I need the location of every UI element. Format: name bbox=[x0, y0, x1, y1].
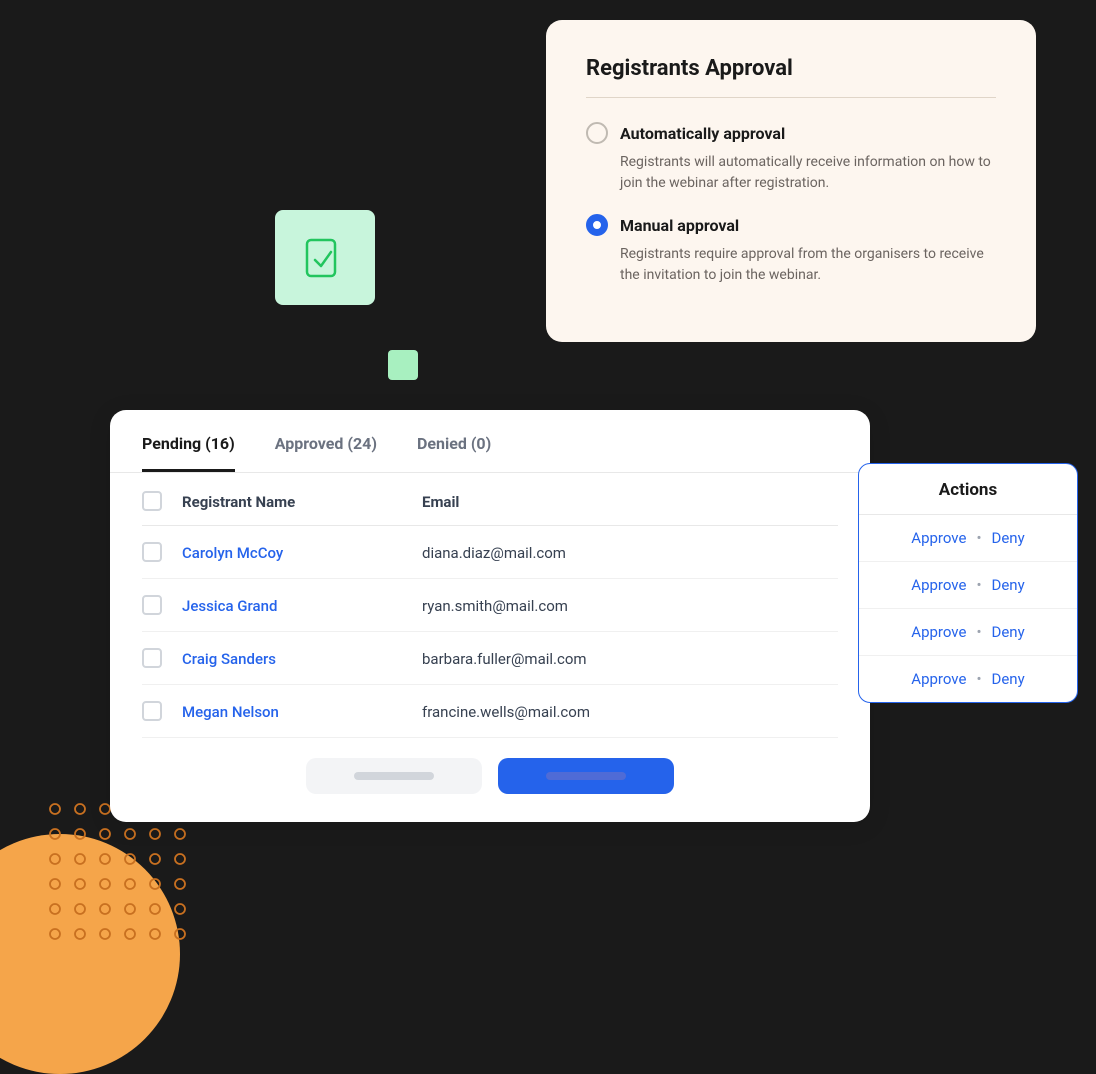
auto-label: Automatically approval bbox=[620, 124, 785, 143]
action-dot-1: • bbox=[976, 529, 981, 547]
action-row-1: Approve • Deny bbox=[859, 515, 1077, 562]
cancel-button[interactable] bbox=[306, 758, 482, 794]
register-check-icon bbox=[301, 234, 349, 282]
actions-panel: Actions Approve • Deny Approve • Deny Ap… bbox=[858, 463, 1078, 703]
row1-check-col bbox=[142, 542, 182, 562]
row2-email-col: ryan.smith@mail.com bbox=[422, 596, 838, 615]
approve-button-1[interactable]: Approve bbox=[911, 529, 966, 547]
row3-email: barbara.fuller@mail.com bbox=[422, 650, 587, 668]
row2-name[interactable]: Jessica Grand bbox=[182, 597, 277, 615]
approve-button-4[interactable]: Approve bbox=[911, 670, 966, 688]
manual-label: Manual approval bbox=[620, 216, 739, 235]
row1-name-col: Carolyn McCoy bbox=[182, 543, 422, 562]
row2-email: ryan.smith@mail.com bbox=[422, 597, 568, 615]
tab-approved[interactable]: Approved (24) bbox=[275, 434, 377, 472]
row4-email: francine.wells@mail.com bbox=[422, 703, 590, 721]
manual-desc: Registrants require approval from the or… bbox=[620, 244, 996, 286]
small-green-square bbox=[388, 350, 418, 380]
auto-desc: Registrants will automatically receive i… bbox=[620, 152, 996, 194]
action-row-2: Approve • Deny bbox=[859, 562, 1077, 609]
registrants-table-panel: Pending (16) Approved (24) Denied (0) Re… bbox=[110, 410, 870, 822]
row1-name[interactable]: Carolyn McCoy bbox=[182, 544, 283, 562]
table-row: Jessica Grand ryan.smith@mail.com bbox=[142, 579, 838, 632]
table-header: Registrant Name Email bbox=[142, 473, 838, 526]
approve-button-2[interactable]: Approve bbox=[911, 576, 966, 594]
auto-radio[interactable] bbox=[586, 122, 608, 144]
action-dot-3: • bbox=[976, 623, 981, 641]
row4-email-col: francine.wells@mail.com bbox=[422, 702, 838, 721]
approval-divider bbox=[586, 97, 996, 98]
deny-button-3[interactable]: Deny bbox=[992, 623, 1025, 641]
row1-email: diana.diaz@mail.com bbox=[422, 544, 566, 562]
tab-denied[interactable]: Denied (0) bbox=[417, 434, 491, 472]
table-row: Megan Nelson francine.wells@mail.com bbox=[142, 685, 838, 738]
deny-button-4[interactable]: Deny bbox=[992, 670, 1025, 688]
table-row: Carolyn McCoy diana.diaz@mail.com bbox=[142, 526, 838, 579]
approval-title: Registrants Approval bbox=[586, 56, 996, 81]
action-row-3: Approve • Deny bbox=[859, 609, 1077, 656]
row3-email-col: barbara.fuller@mail.com bbox=[422, 649, 838, 668]
actions-title: Actions bbox=[859, 464, 1077, 515]
manual-approval-option[interactable]: Manual approval Registrants require appr… bbox=[586, 214, 996, 286]
approval-panel: Registrants Approval Automatically appro… bbox=[546, 20, 1036, 342]
header-name-col: Registrant Name bbox=[182, 492, 422, 511]
header-email-col: Email bbox=[422, 492, 838, 511]
row2-check-col bbox=[142, 595, 182, 615]
table-row: Craig Sanders barbara.fuller@mail.com bbox=[142, 632, 838, 685]
row2-name-col: Jessica Grand bbox=[182, 596, 422, 615]
select-all-checkbox[interactable] bbox=[142, 491, 162, 511]
row3-name-col: Craig Sanders bbox=[182, 649, 422, 668]
row4-name-col: Megan Nelson bbox=[182, 702, 422, 721]
buttons-row bbox=[110, 738, 870, 822]
action-row-4: Approve • Deny bbox=[859, 656, 1077, 702]
save-button[interactable] bbox=[498, 758, 674, 794]
manual-radio[interactable] bbox=[586, 214, 608, 236]
approve-button-3[interactable]: Approve bbox=[911, 623, 966, 641]
row4-name[interactable]: Megan Nelson bbox=[182, 703, 279, 721]
action-dot-2: • bbox=[976, 576, 981, 594]
row3-name[interactable]: Craig Sanders bbox=[182, 650, 276, 668]
header-check-col bbox=[142, 491, 182, 511]
auto-approval-option[interactable]: Automatically approval Registrants will … bbox=[586, 122, 996, 194]
row2-checkbox[interactable] bbox=[142, 595, 162, 615]
row1-checkbox[interactable] bbox=[142, 542, 162, 562]
tab-pending[interactable]: Pending (16) bbox=[142, 434, 235, 472]
register-icon-badge bbox=[275, 210, 375, 305]
row4-check-col bbox=[142, 701, 182, 721]
deny-button-2[interactable]: Deny bbox=[992, 576, 1025, 594]
table-container: Registrant Name Email Carolyn McCoy dian… bbox=[110, 473, 870, 738]
row4-checkbox[interactable] bbox=[142, 701, 162, 721]
deny-button-1[interactable]: Deny bbox=[992, 529, 1025, 547]
row3-check-col bbox=[142, 648, 182, 668]
row3-checkbox[interactable] bbox=[142, 648, 162, 668]
row1-email-col: diana.diaz@mail.com bbox=[422, 543, 838, 562]
tabs-row: Pending (16) Approved (24) Denied (0) bbox=[110, 410, 870, 473]
action-dot-4: • bbox=[976, 670, 981, 688]
